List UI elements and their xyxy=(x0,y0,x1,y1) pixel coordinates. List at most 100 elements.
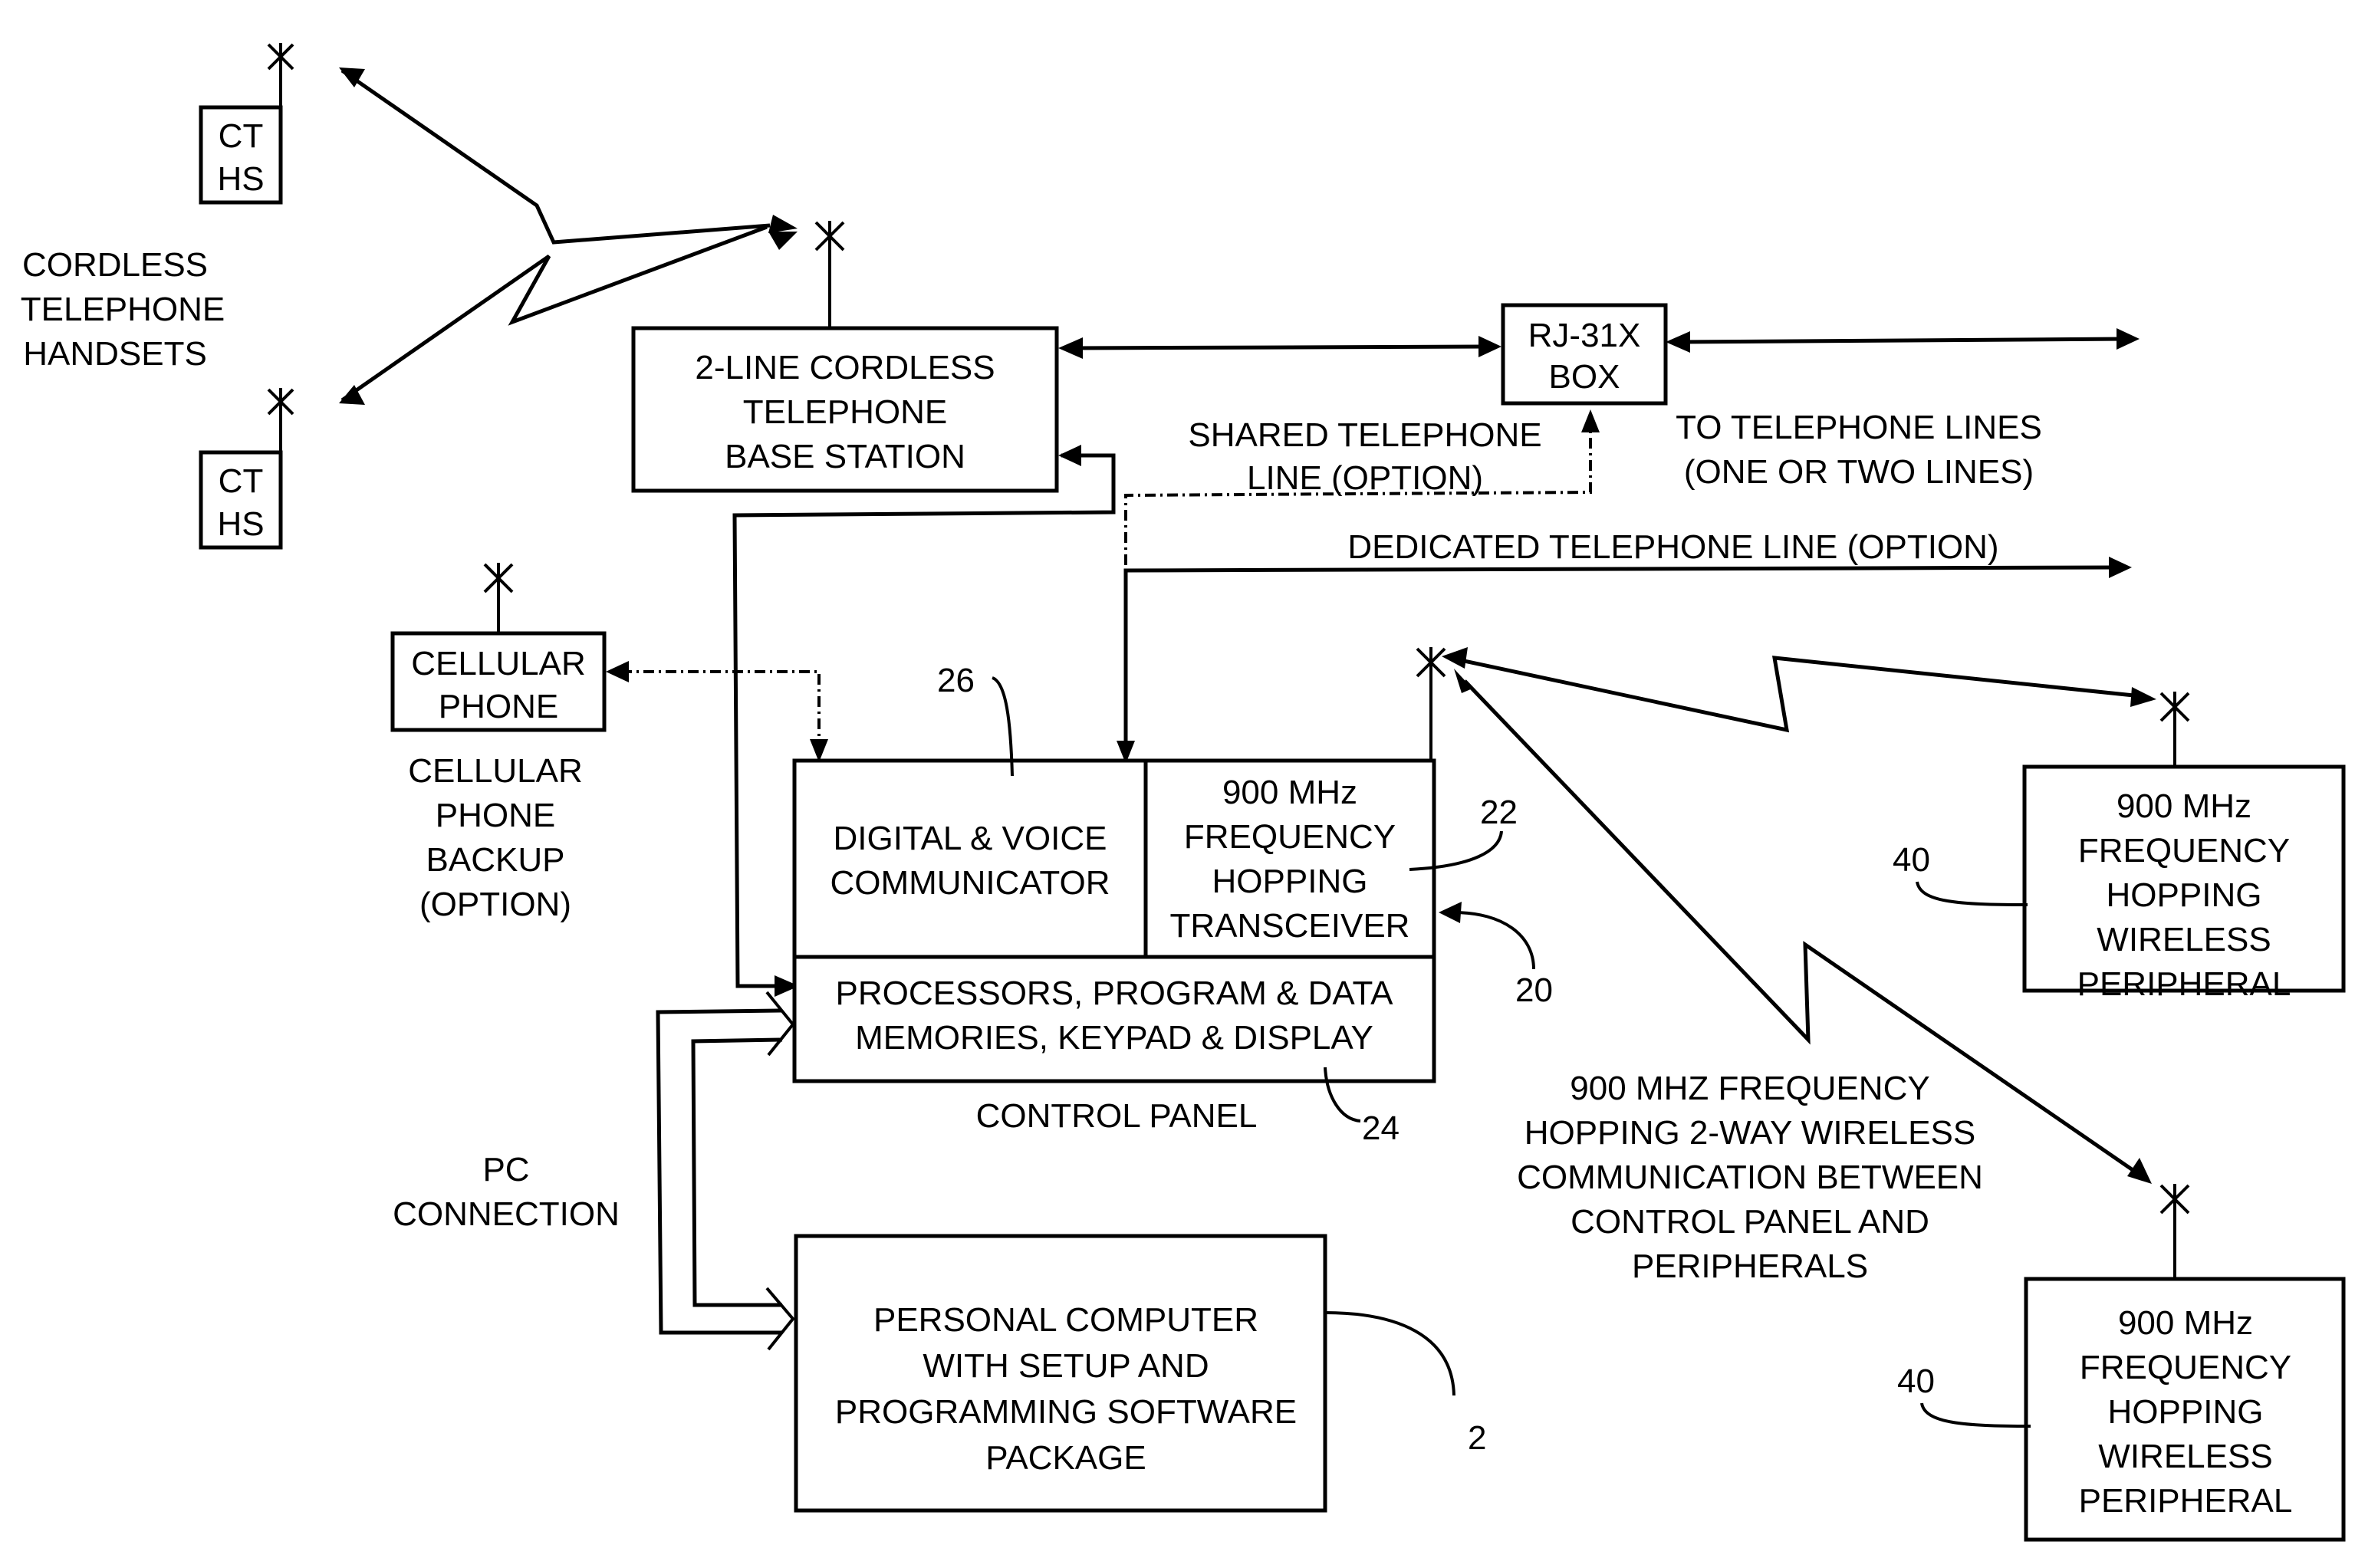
transceiver-line-4: TRANSCEIVER xyxy=(1170,907,1410,945)
wireless-link-handset-1 xyxy=(339,67,798,245)
arrowhead xyxy=(1454,669,1472,693)
wireless-caption-line-5: PERIPHERALS xyxy=(1632,1247,1868,1285)
rj31x-line-1: RJ-31X xyxy=(1528,317,1641,354)
arrowhead xyxy=(1666,331,1690,353)
peripheral-2-line-5: PERIPHERAL xyxy=(2079,1482,2293,1520)
arrowhead xyxy=(1439,902,1462,923)
arrowhead xyxy=(1581,409,1600,432)
cellular-box-line-2: PHONE xyxy=(439,688,558,725)
communicator-line-2: COMMUNICATOR xyxy=(830,864,1110,902)
antenna-icon xyxy=(1416,647,1446,761)
ref-2-label: 2 xyxy=(1468,1419,1486,1457)
handset-1-line-2: HS xyxy=(217,160,264,198)
dedicated-telephone-line: DEDICATED TELEPHONE LINE (OPTION) xyxy=(1117,528,2132,764)
arrowhead xyxy=(1478,336,1501,357)
shared-line-label-2: LINE (OPTION) xyxy=(1247,459,1483,497)
pc-line-4: PACKAGE xyxy=(985,1439,1146,1477)
cellular-caption-line-3: BACKUP xyxy=(426,841,565,879)
arrowhead xyxy=(2109,557,2132,578)
arrowhead xyxy=(1058,337,1083,359)
ref-20-label: 20 xyxy=(1515,971,1553,1009)
cellular-caption: CELLULAR PHONE BACKUP (OPTION) xyxy=(408,752,582,923)
wireless-peripheral-1: 900 MHz FREQUENCY HOPPING WIRELESS PERIP… xyxy=(2022,692,2346,1003)
arrowhead xyxy=(1058,445,1081,466)
security-system-block-diagram: CT HS CT HS CORDLESS TELEPHONE HANDSETS xyxy=(21,43,2346,1542)
wireless-caption: 900 MHZ FREQUENCY HOPPING 2-WAY WIRELESS… xyxy=(1517,1070,1983,1285)
wireless-caption-line-4: CONTROL PANEL AND xyxy=(1571,1203,1929,1241)
personal-computer: PERSONAL COMPUTER WITH SETUP AND PROGRAM… xyxy=(794,1234,1327,1513)
wireless-caption-line-1: 900 MHZ FREQUENCY xyxy=(1570,1070,1929,1107)
antenna-icon xyxy=(267,388,294,452)
ref-40-a-label: 40 xyxy=(1893,841,1930,879)
ref-22-label: 22 xyxy=(1480,794,1518,831)
peripheral-2-line-3: HOPPING xyxy=(2108,1393,2264,1431)
peripheral-1-line-5: PERIPHERAL xyxy=(2077,965,2291,1003)
cellular-backup-link xyxy=(606,661,828,762)
handset-2-line-1: CT xyxy=(219,462,264,500)
peripheral-2-line-2: FREQUENCY xyxy=(2080,1349,2291,1386)
cellular-phone: CELLULAR PHONE xyxy=(390,563,607,732)
base-station-line-1: 2-LINE CORDLESS xyxy=(695,349,995,386)
peripheral-1-line-4: WIRELESS xyxy=(2097,921,2271,958)
base-station: 2-LINE CORDLESS TELEPHONE BASE STATION xyxy=(631,221,1059,493)
to-telephone-lines-caption: TO TELEPHONE LINES (ONE OR TWO LINES) xyxy=(1676,409,2042,491)
ref-40-b-label: 40 xyxy=(1897,1363,1935,1400)
rj31x-line-2: BOX xyxy=(1549,358,1620,396)
antenna-icon xyxy=(2159,1184,2190,1279)
pc-line-3: PROGRAMMING SOFTWARE xyxy=(835,1393,1297,1431)
arrowhead xyxy=(2130,687,2156,707)
ref-40-a: 40 xyxy=(1893,841,2028,906)
ref-20: 20 xyxy=(1439,902,1553,1009)
cellular-caption-line-1: CELLULAR xyxy=(408,752,582,790)
pc-connection-line-1: PC xyxy=(482,1151,529,1188)
handsets-caption: CORDLESS TELEPHONE HANDSETS xyxy=(21,246,225,373)
peripheral-2-line-1: 900 MHz xyxy=(2118,1304,2253,1342)
pc-line-2: WITH SETUP AND xyxy=(923,1347,1209,1385)
to-lines-line-1: TO TELEPHONE LINES xyxy=(1676,409,2042,446)
peripheral-1-line-2: FREQUENCY xyxy=(2078,832,2290,869)
arrowhead xyxy=(2127,1158,2152,1184)
communicator-line-1: DIGITAL & VOICE xyxy=(834,820,1107,857)
peripheral-1-line-3: HOPPING xyxy=(2107,876,2262,914)
shared-telephone-line: SHARED TELEPHONE LINE (OPTION) xyxy=(1124,409,1600,765)
cellular-box-line-1: CELLULAR xyxy=(411,645,585,682)
base-station-line-3: BASE STATION xyxy=(725,438,965,475)
arrowhead xyxy=(606,661,629,682)
transceiver-line-2: FREQUENCY xyxy=(1184,818,1396,856)
processors-line-2: MEMORIES, KEYPAD & DISPLAY xyxy=(855,1019,1373,1057)
arrowhead xyxy=(768,215,798,233)
base-station-line-2: TELEPHONE xyxy=(743,393,948,431)
rj31x-box: RJ-31X BOX xyxy=(1501,303,1668,406)
transceiver-line-1: 900 MHz xyxy=(1222,774,1357,811)
peripheral-2-line-4: WIRELESS xyxy=(2098,1438,2272,1475)
antenna-icon xyxy=(2159,692,2190,767)
pc-connection-link xyxy=(656,991,795,1351)
link-rj31x-telephone-lines xyxy=(1666,328,2140,353)
peripheral-1-line-1: 900 MHz xyxy=(2117,787,2251,825)
ref-26-label: 26 xyxy=(937,662,975,699)
handset-1: CT HS xyxy=(199,43,294,205)
arrowhead xyxy=(768,232,798,250)
wireless-caption-line-2: HOPPING 2-WAY WIRELESS xyxy=(1525,1114,1975,1152)
wireless-link-peripheral-1 xyxy=(1442,647,2156,733)
pc-connection-line-2: CONNECTION xyxy=(393,1195,620,1233)
arrowhead xyxy=(1442,647,1468,669)
arrowhead xyxy=(2117,328,2140,350)
wireless-peripheral-2: 900 MHz FREQUENCY HOPPING WIRELESS PERIP… xyxy=(2024,1184,2346,1542)
ref-24-label: 24 xyxy=(1362,1109,1400,1147)
handset-1-line-1: CT xyxy=(219,117,264,155)
transceiver-line-3: HOPPING xyxy=(1212,863,1368,900)
shared-line-label-1: SHARED TELEPHONE xyxy=(1188,416,1541,454)
handsets-caption-line-3: HANDSETS xyxy=(23,335,207,373)
control-panel-label: CONTROL PANEL xyxy=(976,1097,1258,1135)
handset-2-line-2: HS xyxy=(217,505,264,543)
processors-line-1: PROCESSORS, PROGRAM & DATA xyxy=(836,975,1394,1012)
cellular-caption-line-4: (OPTION) xyxy=(419,886,571,923)
handsets-caption-line-1: CORDLESS xyxy=(22,246,208,284)
link-base-rj31x xyxy=(1058,336,1501,359)
to-lines-line-2: (ONE OR TWO LINES) xyxy=(1684,453,2034,491)
antenna-icon xyxy=(483,563,514,633)
pc-line-1: PERSONAL COMPUTER xyxy=(873,1301,1258,1339)
ref-2: 2 xyxy=(1324,1311,1486,1457)
control-panel: DIGITAL & VOICE COMMUNICATOR 900 MHz FRE… xyxy=(792,647,1446,1083)
